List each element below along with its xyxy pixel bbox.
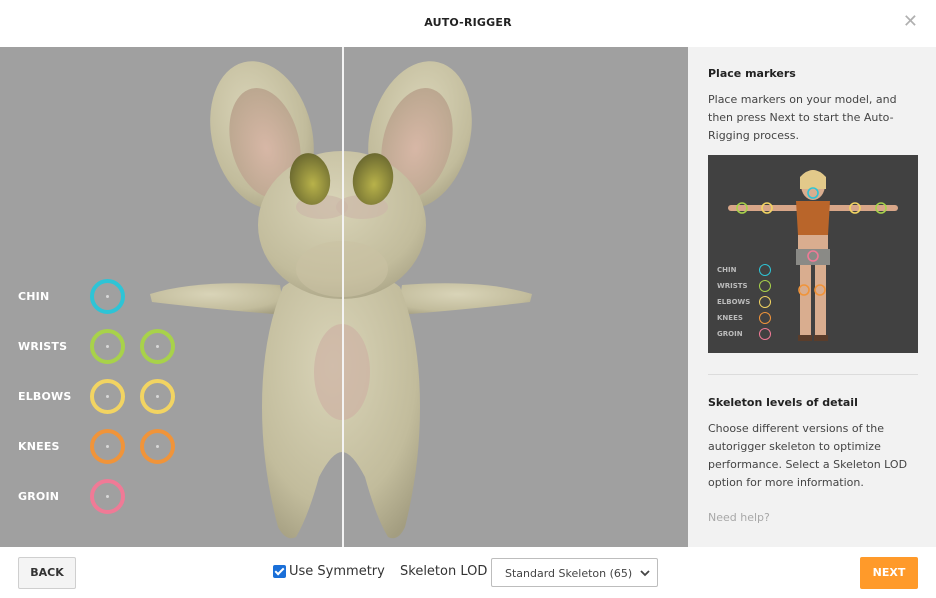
marker-label-knees: KNEES xyxy=(18,440,60,453)
example-preview-image: CHIN WRISTS ELBOWS KNEES GROIN xyxy=(708,155,918,353)
marker-label-elbows: ELBOWS xyxy=(18,390,72,403)
wrist-right-marker[interactable] xyxy=(140,329,175,364)
skeleton-lod-label: Skeleton LOD xyxy=(400,564,488,579)
legend-knees-label: KNEES xyxy=(717,314,743,322)
use-symmetry-label: Use Symmetry xyxy=(289,564,385,579)
use-symmetry-checkbox[interactable] xyxy=(273,565,286,578)
place-markers-text: Place markers on your model, and then pr… xyxy=(708,93,897,142)
legend-chin-label: CHIN xyxy=(717,266,737,274)
need-help-link[interactable]: Need help? xyxy=(708,511,770,524)
lod-text: Choose different versions of the autorig… xyxy=(708,422,908,489)
knee-right-marker[interactable] xyxy=(140,429,175,464)
auto-rigger-dialog: AUTO-RIGGER ✕ CHIN WRISTS ELBOWS KNEES G… xyxy=(0,0,936,598)
legend-elbows-ring xyxy=(759,296,771,308)
legend-wrists-label: WRISTS xyxy=(717,282,748,290)
model-viewport[interactable]: CHIN WRISTS ELBOWS KNEES GROIN xyxy=(0,47,688,547)
elbow-left-marker[interactable] xyxy=(90,379,125,414)
symmetry-line xyxy=(342,47,344,547)
human-figure xyxy=(728,170,898,341)
legend-wrists-ring xyxy=(759,280,771,292)
panel-divider xyxy=(708,374,918,375)
dialog-title: AUTO-RIGGER xyxy=(424,16,512,29)
marker-label-groin: GROIN xyxy=(18,490,60,503)
legend-elbows-label: ELBOWS xyxy=(717,298,751,306)
next-button[interactable]: NEXT xyxy=(860,557,918,589)
marker-label-chin: CHIN xyxy=(18,290,50,303)
skeleton-lod-value: Standard Skeleton (65) xyxy=(505,567,633,580)
legend-groin-label: GROIN xyxy=(717,330,743,338)
back-button[interactable]: BACK xyxy=(18,557,76,589)
skeleton-lod-select[interactable]: Standard Skeleton (65) xyxy=(491,558,658,587)
lod-title: Skeleton levels of detail xyxy=(708,396,858,409)
marker-label-wrists: WRISTS xyxy=(18,340,68,353)
chevron-down-icon xyxy=(640,570,650,577)
dialog-header: AUTO-RIGGER ✕ xyxy=(0,0,936,47)
close-icon[interactable]: ✕ xyxy=(903,12,918,32)
wrist-left-marker[interactable] xyxy=(90,329,125,364)
chin-marker[interactable] xyxy=(90,279,125,314)
elbow-right-marker[interactable] xyxy=(140,379,175,414)
groin-marker[interactable] xyxy=(90,479,125,514)
instructions-panel: Place markers Place markers on your mode… xyxy=(688,47,936,547)
legend-chin-ring xyxy=(759,264,771,276)
legend-knees-ring xyxy=(759,312,771,324)
legend-groin-ring xyxy=(759,328,771,340)
knee-left-marker[interactable] xyxy=(90,429,125,464)
dialog-footer: BACK Use Symmetry Skeleton LOD Standard … xyxy=(0,547,936,598)
place-markers-title: Place markers xyxy=(708,67,796,80)
